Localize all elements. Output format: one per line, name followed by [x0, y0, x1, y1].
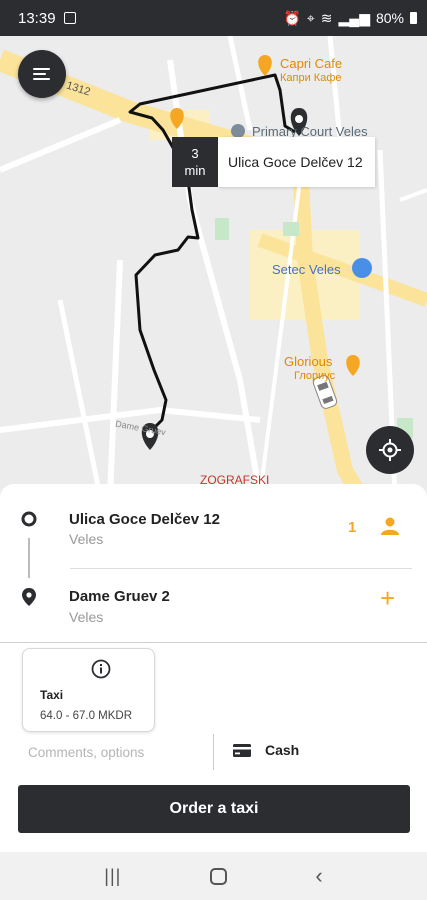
map-label-setec: Setec Veles — [272, 262, 341, 277]
my-location-button[interactable] — [366, 426, 414, 474]
alarm-icon: ⏰ — [283, 9, 301, 26]
wifi-icon: ≋ — [320, 9, 333, 26]
eta-badge: 3 min — [172, 137, 218, 187]
origin-dot-icon — [21, 511, 37, 527]
route-panel: Ulica Goce Delčev 12 Veles 1 Dame Gruev … — [0, 484, 427, 644]
passenger-count[interactable]: 1 — [348, 519, 356, 536]
order-taxi-button[interactable]: Order a taxi — [18, 785, 410, 833]
map-label-glorious: Glorious — [284, 354, 333, 369]
home-icon[interactable] — [209, 867, 227, 885]
add-stop-icon[interactable]: + — [380, 585, 395, 611]
pickup-row[interactable]: Ulica Goce Delčev 12 Veles 1 — [0, 502, 427, 562]
options-separator — [213, 734, 214, 770]
route-divider — [70, 568, 412, 569]
back-icon[interactable]: ‹ — [315, 863, 322, 889]
status-time: 13:39 — [18, 9, 56, 27]
pickup-title: Ulica Goce Delčev 12 — [69, 511, 220, 528]
map-label-capri-cafe: Capri Cafe — [280, 56, 343, 71]
destination-city: Veles — [69, 609, 104, 625]
recent-apps-icon[interactable]: ||| — [104, 866, 121, 887]
taxi-option-card[interactable]: Taxi 64.0 - 67.0 MKDR — [22, 648, 155, 732]
android-nav-bar: ||| ‹ — [0, 852, 427, 900]
taxi-option-price: 64.0 - 67.0 MKDR — [40, 710, 133, 722]
payment-method-selector[interactable]: Cash — [233, 742, 299, 758]
menu-icon-line-3 — [33, 78, 50, 80]
crosshair-icon — [379, 439, 401, 461]
menu-icon-line-2 — [33, 73, 46, 75]
image-notification-icon — [63, 12, 76, 24]
taxi-option-name: Taxi — [40, 688, 64, 702]
map-view[interactable]: Capri Cafe Капри Кафе Primary Court Vele… — [0, 36, 427, 496]
signal-icon: ▂▄▆ — [338, 9, 370, 26]
route-connector-line — [28, 538, 30, 578]
map-canvas — [0, 36, 427, 496]
person-icon[interactable] — [380, 516, 400, 536]
credit-card-icon — [233, 743, 251, 757]
destination-title: Dame Gruev 2 — [69, 588, 170, 605]
battery-percent: 80% — [375, 10, 404, 26]
menu-button[interactable] — [18, 50, 66, 98]
menu-icon-line-1 — [33, 68, 50, 70]
map-label-glorious-local: Глориус — [294, 370, 336, 382]
destination-row[interactable]: Dame Gruev 2 Veles + — [0, 580, 427, 640]
eta-value: 3 — [191, 146, 199, 161]
status-bar: 13:39 ⏰ ⌖ ≋ ▂▄▆ 80% — [0, 0, 427, 36]
eta-address-label[interactable]: Ulica Goce Delčev 12 — [218, 137, 375, 187]
comments-options-field[interactable]: Comments, options — [28, 745, 144, 760]
payment-method-label: Cash — [265, 742, 300, 758]
destination-pin-icon — [22, 588, 36, 606]
map-label-capri-cafe-local: Капри Кафе — [280, 72, 342, 84]
pickup-city: Veles — [69, 531, 104, 547]
location-icon: ⌖ — [306, 9, 315, 26]
battery-icon — [410, 12, 417, 24]
panel-separator — [0, 642, 427, 643]
eta-unit: min — [184, 163, 206, 178]
info-icon[interactable] — [91, 659, 111, 679]
